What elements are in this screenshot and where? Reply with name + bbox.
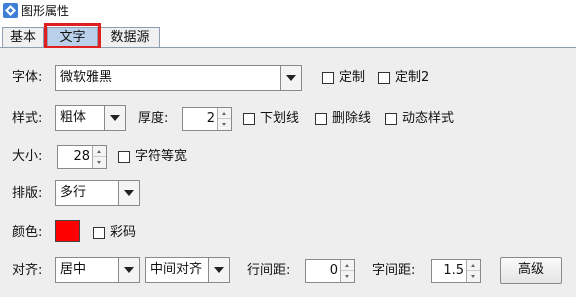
chevron-down-icon[interactable]	[118, 181, 139, 205]
vertical-align-select[interactable]: 中间对齐	[145, 257, 230, 283]
spin-down-icon[interactable]	[218, 119, 231, 130]
spin-down-icon[interactable]	[467, 271, 480, 282]
title-bar: 图形属性	[0, 0, 576, 22]
custom2-checkbox[interactable]	[378, 72, 390, 84]
colorcode-checkbox[interactable]	[93, 227, 105, 239]
size-value: 28	[73, 149, 90, 164]
line-spacing-spinner[interactable]: 0	[305, 259, 355, 283]
font-label: 字体:	[12, 70, 43, 85]
monospace-label: 字符等宽	[135, 149, 188, 164]
font-select[interactable]: 微软雅黑	[55, 65, 302, 91]
color-label: 颜色:	[12, 225, 43, 240]
spin-down-icon[interactable]	[341, 271, 354, 282]
horizontal-align-select[interactable]: 居中	[55, 257, 140, 283]
dynamic-style-checkbox[interactable]	[385, 113, 397, 125]
app-icon	[3, 3, 18, 18]
layout-label: 排版:	[12, 186, 43, 201]
tab-basic[interactable]: 基本	[2, 27, 44, 47]
custom-checkbox[interactable]	[322, 72, 334, 84]
layout-select[interactable]: 多行	[55, 180, 140, 206]
custom2-label: 定制2	[395, 70, 430, 85]
style-select-value: 粗体	[60, 110, 87, 125]
size-label: 大小:	[12, 149, 43, 164]
horizontal-align-value: 居中	[60, 262, 87, 277]
strikethrough-checkbox[interactable]	[315, 113, 327, 125]
dynamic-style-label: 动态样式	[402, 111, 455, 126]
strikethrough-label: 删除线	[332, 111, 372, 126]
char-spacing-value: 1.5	[443, 263, 464, 278]
style-label: 样式:	[12, 111, 43, 126]
custom-label: 定制	[339, 70, 366, 85]
thickness-spinner[interactable]: 2	[182, 107, 232, 131]
line-spacing-value: 0	[329, 263, 338, 278]
chevron-down-icon[interactable]	[280, 66, 301, 90]
char-spacing-spinner[interactable]: 1.5	[431, 259, 481, 283]
tab-text-label: 文字	[59, 30, 86, 45]
underline-label: 下划线	[260, 111, 300, 126]
thickness-value: 2	[206, 111, 215, 126]
vertical-align-value: 中间对齐	[150, 262, 203, 277]
monospace-checkbox[interactable]	[118, 151, 130, 163]
spin-up-icon[interactable]	[93, 146, 106, 157]
spin-up-icon[interactable]	[341, 260, 354, 271]
chevron-down-icon[interactable]	[118, 258, 139, 282]
style-select[interactable]: 粗体	[55, 105, 126, 131]
thickness-label: 厚度:	[138, 111, 169, 126]
spin-up-icon[interactable]	[218, 108, 231, 119]
line-spacing-label: 行间距:	[247, 263, 291, 278]
tab-datasource[interactable]: 数据源	[100, 27, 160, 47]
color-swatch[interactable]	[55, 220, 80, 242]
underline-checkbox[interactable]	[243, 113, 255, 125]
align-label: 对齐:	[12, 263, 43, 278]
chevron-down-icon[interactable]	[104, 106, 125, 130]
advanced-button[interactable]: 高级	[500, 257, 562, 284]
char-spacing-label: 字间距:	[372, 263, 416, 278]
layout-select-value: 多行	[60, 185, 87, 200]
size-spinner[interactable]: 28	[57, 145, 107, 169]
tab-basic-label: 基本	[9, 30, 36, 45]
font-select-value: 微软雅黑	[60, 70, 113, 85]
spin-down-icon[interactable]	[93, 157, 106, 168]
colorcode-label: 彩码	[110, 225, 137, 240]
tab-text[interactable]: 文字	[47, 27, 98, 47]
spin-up-icon[interactable]	[467, 260, 480, 271]
window-title: 图形属性	[21, 4, 70, 18]
tab-datasource-label: 数据源	[110, 30, 150, 45]
chevron-down-icon[interactable]	[208, 258, 229, 282]
